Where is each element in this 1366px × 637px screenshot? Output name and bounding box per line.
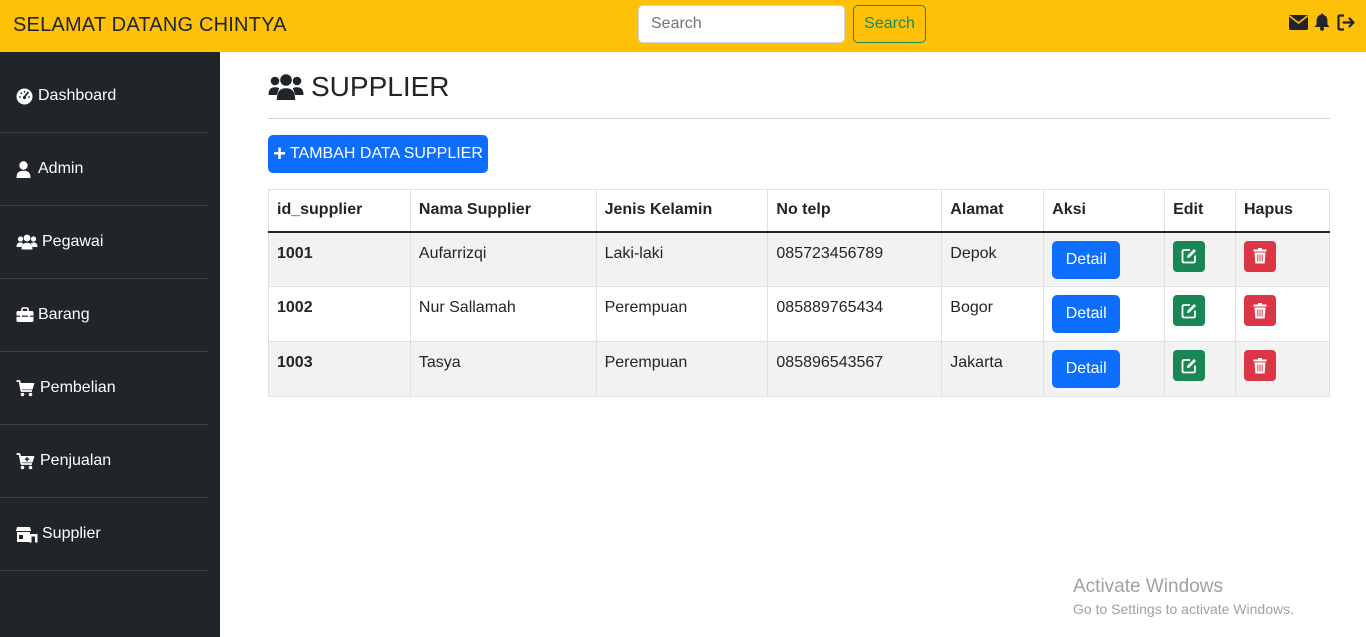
cell-nama: Nur Sallamah xyxy=(409,286,597,342)
top-navbar: SELAMAT DATANG CHINTYA Search xyxy=(0,0,1366,52)
cell-nama: Tasya xyxy=(409,341,597,397)
cell-hapus xyxy=(1235,341,1330,397)
cell-hapus xyxy=(1235,231,1330,287)
edit-icon xyxy=(1181,358,1197,373)
windows-activation-watermark: Activate Windows Go to Settings to activ… xyxy=(1073,576,1294,617)
sidebar-item-label: Pembelian xyxy=(40,379,116,396)
users-icon xyxy=(268,72,304,102)
logout-icon[interactable] xyxy=(1336,12,1356,32)
supplier-table: id_supplier Nama Supplier Jenis Kelamin … xyxy=(268,189,1330,397)
bell-icon[interactable] xyxy=(1312,12,1332,32)
cart-icon xyxy=(16,379,38,397)
table-row: 1002 Nur Sallamah Perempuan 085889765434… xyxy=(268,286,1330,342)
users-icon xyxy=(16,233,40,251)
watermark-title: Activate Windows xyxy=(1073,576,1223,597)
column-header: Hapus xyxy=(1235,189,1330,233)
sidebar-item-label: Admin xyxy=(38,160,84,177)
cell-aksi: Detail xyxy=(1043,341,1166,397)
cart-plus-icon xyxy=(16,452,38,470)
sidebar-item-pembelian[interactable]: Pembelian xyxy=(0,352,208,425)
watermark-subtitle: Go to Settings to activate Windows. xyxy=(1073,601,1294,617)
detail-button[interactable]: Detail xyxy=(1052,350,1121,388)
search-button[interactable]: Search xyxy=(853,5,926,43)
detail-button[interactable]: Detail xyxy=(1052,295,1121,333)
cell-edit xyxy=(1164,286,1236,342)
sidebar-item-label: Supplier xyxy=(42,525,101,542)
toolbox-icon xyxy=(16,306,36,324)
column-header: No telp xyxy=(767,189,943,233)
top-icons xyxy=(1288,12,1356,32)
edit-button[interactable] xyxy=(1173,240,1206,272)
trash-icon xyxy=(1253,302,1267,318)
sidebar-item-pegawai[interactable]: Pegawai xyxy=(0,206,208,279)
cell-nama: Aufarrizqi xyxy=(409,231,597,287)
table-row: 1003 Tasya Perempuan 085896543567 Jakart… xyxy=(268,341,1330,397)
column-header: id_supplier xyxy=(268,189,411,233)
add-supplier-label: TAMBAH DATA SUPPLIER xyxy=(289,145,483,162)
edit-button[interactable] xyxy=(1173,350,1206,381)
edit-icon xyxy=(1181,303,1197,318)
cell-alamat: Jakarta xyxy=(941,341,1045,397)
column-header: Alamat xyxy=(941,189,1045,233)
cell-telp: 085723456789 xyxy=(767,231,943,287)
cell-jenis-kelamin: Perempuan xyxy=(595,341,769,397)
cell-hapus xyxy=(1235,286,1330,342)
page-title: SUPPLIER xyxy=(268,70,450,104)
page-title-text: SUPPLIER xyxy=(311,71,450,102)
cell-id: 1002 xyxy=(268,286,411,342)
main-content: SUPPLIER + TAMBAH DATA SUPPLIER id_suppl… xyxy=(220,52,1366,637)
edit-icon xyxy=(1181,249,1197,264)
cell-edit xyxy=(1164,341,1236,397)
cell-edit xyxy=(1164,231,1236,287)
sidebar-item-label: Barang xyxy=(38,306,90,323)
cell-alamat: Depok xyxy=(941,231,1045,287)
sidebar-item-label: Pegawai xyxy=(42,233,104,250)
cell-id: 1003 xyxy=(268,341,411,397)
cell-aksi: Detail xyxy=(1043,286,1166,342)
detail-button[interactable]: Detail xyxy=(1052,240,1121,279)
envelope-icon[interactable] xyxy=(1288,12,1308,32)
column-header: Jenis Kelamin xyxy=(595,189,769,233)
column-header: Nama Supplier xyxy=(409,189,597,233)
edit-button[interactable] xyxy=(1173,295,1206,326)
brand-title: SELAMAT DATANG CHINTYA xyxy=(13,14,287,36)
divider xyxy=(268,118,1330,119)
cell-id: 1001 xyxy=(268,231,411,287)
cell-telp: 085889765434 xyxy=(767,286,943,342)
plus-icon: + xyxy=(273,141,286,166)
add-supplier-button[interactable]: + TAMBAH DATA SUPPLIER xyxy=(268,135,488,173)
sidebar-item-label: Penjualan xyxy=(40,452,112,469)
sidebar-item-label: Dashboard xyxy=(38,87,117,104)
delete-button[interactable] xyxy=(1244,240,1276,272)
cell-aksi: Detail xyxy=(1043,231,1166,287)
column-header: Edit xyxy=(1164,189,1236,233)
sidebar-item-supplier[interactable]: Supplier xyxy=(0,498,208,571)
store-icon xyxy=(16,525,40,543)
table-header-row: id_supplier Nama Supplier Jenis Kelamin … xyxy=(268,189,1330,233)
column-header: Aksi xyxy=(1043,189,1166,233)
sidebar-item-penjualan[interactable]: Penjualan xyxy=(0,425,208,498)
cell-alamat: Bogor xyxy=(941,286,1045,342)
table-row: 1001 Aufarrizqi Laki-laki 085723456789 D… xyxy=(268,231,1330,287)
trash-icon xyxy=(1253,248,1267,264)
sidebar-item-admin[interactable]: Admin xyxy=(0,133,208,206)
user-icon xyxy=(16,160,36,178)
cell-jenis-kelamin: Laki-laki xyxy=(595,231,769,287)
tachometer-icon xyxy=(16,87,36,105)
sidebar-item-barang[interactable]: Barang xyxy=(0,279,208,352)
delete-button[interactable] xyxy=(1244,350,1276,381)
sidebar: Dashboard Admin Pegawai Barang Pembelian… xyxy=(0,52,220,637)
delete-button[interactable] xyxy=(1244,295,1276,326)
trash-icon xyxy=(1253,357,1267,373)
sidebar-item-dashboard[interactable]: Dashboard xyxy=(0,60,208,133)
cell-jenis-kelamin: Perempuan xyxy=(595,286,769,342)
search-input[interactable] xyxy=(638,5,845,43)
cell-telp: 085896543567 xyxy=(767,341,943,397)
